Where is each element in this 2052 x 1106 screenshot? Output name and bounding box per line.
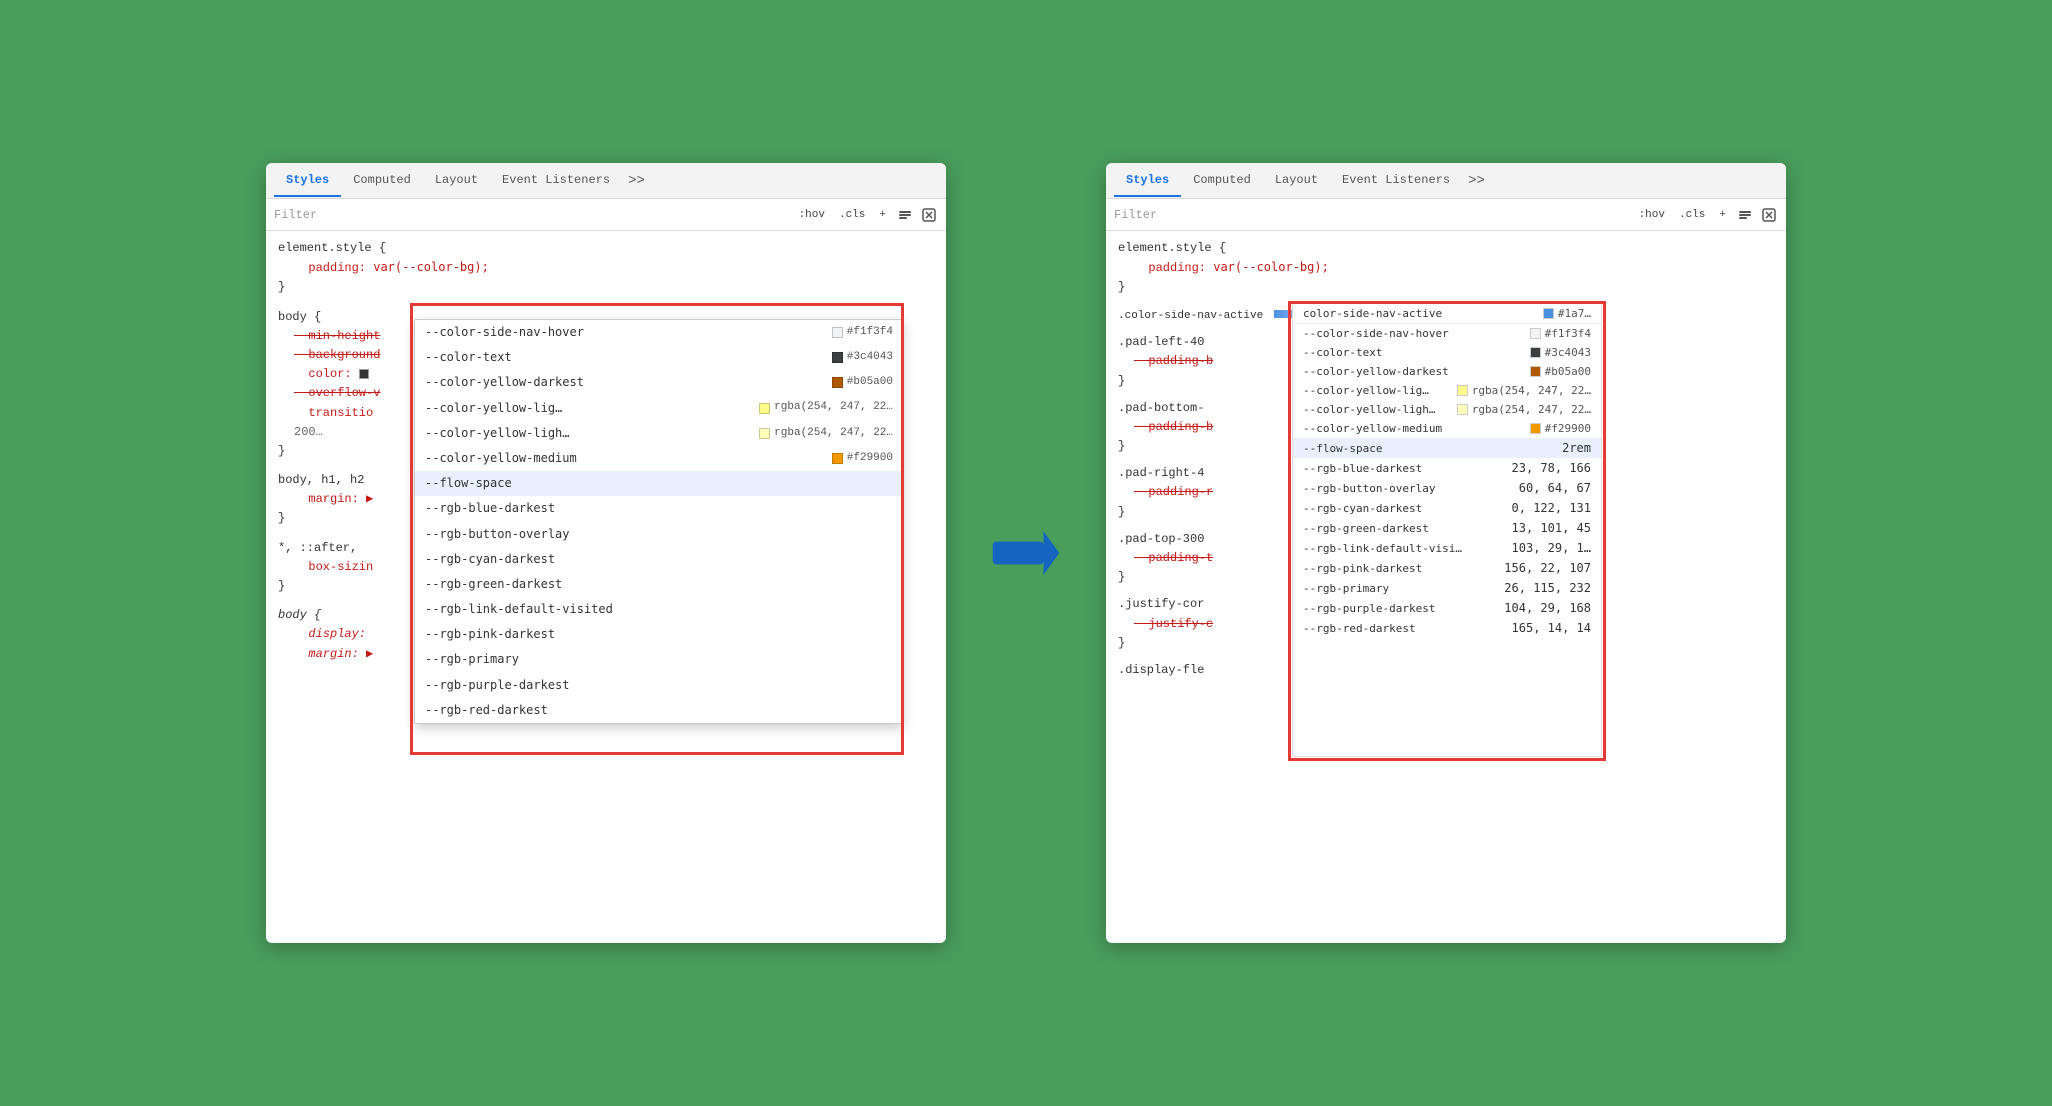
right-filter-buttons: :hov .cls +	[1635, 206, 1778, 224]
computed-var-rgb-cyan[interactable]: --rgb-cyan-darkest 0, 122, 131	[1293, 498, 1601, 518]
right-computed-vars: color-side-nav-active #1a7… --color-side…	[1292, 303, 1602, 757]
autocomplete-item-flow-space[interactable]: --flow-space	[415, 471, 903, 496]
swatch-nav-hover	[832, 327, 843, 338]
computed-var-nav-active[interactable]: color-side-nav-active #1a7…	[1293, 304, 1601, 324]
computed-var-nav-hover[interactable]: --color-side-nav-hover #f1f3f4	[1293, 324, 1601, 343]
tab-styles-right[interactable]: Styles	[1114, 165, 1181, 197]
direction-arrow	[991, 528, 1061, 578]
right-styles-content: element.style { padding: var(--color-bg)…	[1106, 231, 1786, 943]
autocomplete-item-rgb-purple[interactable]: --rgb-purple-darkest	[415, 673, 903, 698]
left-autocomplete-dropdown: --color-side-nav-hover #f1f3f4 --color-t…	[414, 319, 904, 724]
right-devtools-panel: Styles Computed Layout Event Listeners >…	[1106, 163, 1786, 943]
rule-element-style-right: element.style { padding: var(--color-bg)…	[1106, 237, 1786, 300]
left-filter-bar: :hov .cls +	[266, 199, 946, 231]
swatch-yellow-ligh2	[759, 428, 770, 439]
swatch-yellow-darkest	[832, 377, 843, 388]
swatch-r-yellow-dark	[1530, 366, 1541, 377]
computed-var-rgb-purple[interactable]: --rgb-purple-darkest 104, 29, 168	[1293, 598, 1601, 618]
hov-button-left[interactable]: :hov	[795, 207, 829, 223]
swatch-nav-active	[1543, 308, 1554, 319]
autocomplete-item-yellow-medium[interactable]: --color-yellow-medium #f29900	[415, 446, 903, 471]
swatch-r-yellow-lig1	[1457, 385, 1468, 396]
tab-styles-left[interactable]: Styles	[274, 165, 341, 197]
right-filter-bar: :hov .cls +	[1106, 199, 1786, 231]
left-devtools-panel: Styles Computed Layout Event Listeners >…	[266, 163, 946, 943]
autocomplete-item-color-text[interactable]: --color-text #3c4043	[415, 345, 903, 370]
computed-var-rgb-primary[interactable]: --rgb-primary 26, 115, 232	[1293, 578, 1601, 598]
computed-var-yellow-darkest[interactable]: --color-yellow-darkest #b05a00	[1293, 362, 1601, 381]
swatch-r-nav-hover	[1530, 328, 1541, 339]
tab-event-listeners-left[interactable]: Event Listeners	[490, 165, 622, 197]
autocomplete-item-rgb-green[interactable]: --rgb-green-darkest	[415, 572, 903, 597]
swatch-yellow-medium	[832, 453, 843, 464]
left-styles-content: element.style { padding: var(--color-bg)…	[266, 231, 946, 943]
tab-layout-right[interactable]: Layout	[1263, 165, 1330, 197]
computed-var-rgb-button[interactable]: --rgb-button-overlay 60, 64, 67	[1293, 478, 1601, 498]
autocomplete-item-rgb-button[interactable]: --rgb-button-overlay	[415, 522, 903, 547]
computed-var-rgb-green[interactable]: --rgb-green-darkest 13, 101, 45	[1293, 518, 1601, 538]
icon-style-right-1[interactable]	[1736, 206, 1754, 224]
right-tab-bar: Styles Computed Layout Event Listeners >…	[1106, 163, 1786, 199]
autocomplete-item-rgb-link[interactable]: --rgb-link-default-visited	[415, 597, 903, 622]
rule-element-style-left: element.style { padding: var(--color-bg)…	[266, 237, 946, 300]
swatch-color-text	[832, 352, 843, 363]
tab-computed-right[interactable]: Computed	[1181, 165, 1263, 197]
autocomplete-item-rgb-cyan[interactable]: --rgb-cyan-darkest	[415, 547, 903, 572]
autocomplete-item-rgb-red[interactable]: --rgb-red-darkest	[415, 698, 903, 723]
computed-var-rgb-blue[interactable]: --rgb-blue-darkest 23, 78, 166	[1293, 458, 1601, 478]
swatch-r-yellow-med	[1530, 423, 1541, 434]
swatch-yellow-lig1	[759, 403, 770, 414]
computed-var-yellow-medium[interactable]: --color-yellow-medium #f29900	[1293, 419, 1601, 438]
computed-var-rgb-pink[interactable]: --rgb-pink-darkest 156, 22, 107	[1293, 558, 1601, 578]
computed-var-yellow-ligh2[interactable]: --color-yellow-ligh… rgba(254, 247, 22…	[1293, 400, 1601, 419]
arrow-container	[986, 528, 1066, 578]
autocomplete-item-nav-hover[interactable]: --color-side-nav-hover #f1f3f4	[415, 320, 903, 345]
computed-var-rgb-link[interactable]: --rgb-link-default-visited… 103, 29, 1…	[1293, 538, 1601, 558]
left-tab-bar: Styles Computed Layout Event Listeners >…	[266, 163, 946, 199]
left-filter-buttons: :hov .cls +	[795, 206, 938, 224]
icon-style-right-2[interactable]	[1760, 206, 1778, 224]
tab-layout-left[interactable]: Layout	[423, 165, 490, 197]
add-style-button-left[interactable]: +	[875, 207, 890, 223]
cls-button-left[interactable]: .cls	[835, 207, 869, 223]
hov-button-right[interactable]: :hov	[1635, 207, 1669, 223]
right-filter-input[interactable]	[1114, 208, 1627, 222]
autocomplete-item-yellow-lig1[interactable]: --color-yellow-lig… rgba(254, 247, 22…	[415, 396, 903, 421]
left-filter-input[interactable]	[274, 208, 787, 222]
autocomplete-item-rgb-pink[interactable]: --rgb-pink-darkest	[415, 622, 903, 647]
tab-more-right[interactable]: >>	[1462, 165, 1491, 197]
tab-computed-left[interactable]: Computed	[341, 165, 423, 197]
autocomplete-item-rgb-blue[interactable]: --rgb-blue-darkest	[415, 496, 903, 521]
tab-more-left[interactable]: >>	[622, 165, 651, 197]
tab-event-listeners-right[interactable]: Event Listeners	[1330, 165, 1462, 197]
swatch-r-color-text	[1530, 347, 1541, 358]
computed-var-flow-space[interactable]: --flow-space 2rem	[1293, 438, 1601, 458]
computed-var-color-text[interactable]: --color-text #3c4043	[1293, 343, 1601, 362]
cls-button-right[interactable]: .cls	[1675, 207, 1709, 223]
add-style-button-right[interactable]: +	[1715, 207, 1730, 223]
computed-var-rgb-red[interactable]: --rgb-red-darkest 165, 14, 14	[1293, 618, 1601, 638]
icon-style-left-2[interactable]	[920, 206, 938, 224]
icon-style-left-1[interactable]	[896, 206, 914, 224]
swatch-r-yellow-ligh2	[1457, 404, 1468, 415]
autocomplete-item-yellow-ligh2[interactable]: --color-yellow-ligh… rgba(254, 247, 22…	[415, 421, 903, 446]
computed-var-yellow-lig1[interactable]: --color-yellow-lig… rgba(254, 247, 22…	[1293, 381, 1601, 400]
autocomplete-item-yellow-darkest[interactable]: --color-yellow-darkest #b05a00	[415, 370, 903, 395]
autocomplete-item-rgb-primary[interactable]: --rgb-primary	[415, 647, 903, 672]
